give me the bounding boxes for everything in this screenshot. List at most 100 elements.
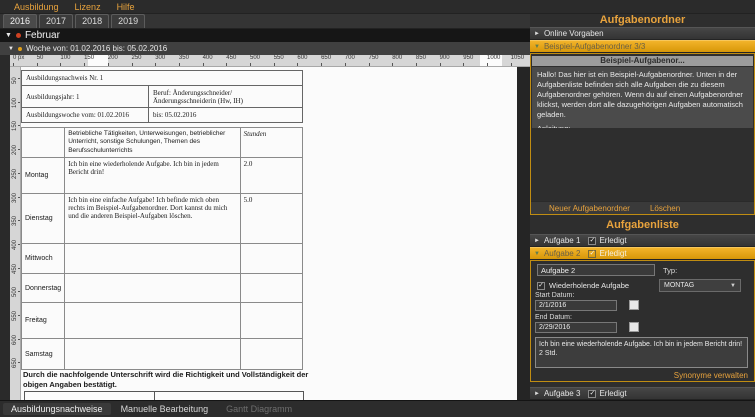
day-cell: Montag bbox=[22, 158, 65, 194]
menu-item-hilfe[interactable]: Hilfe bbox=[109, 2, 143, 12]
accordion-aufgabe-3[interactable]: ► Aufgabe 3 ✓ Erledigt bbox=[530, 387, 755, 400]
ruler-tick: 200 bbox=[10, 146, 21, 153]
activities-cell[interactable]: Ich bin eine einfache Aufgabe! Ich befin… bbox=[65, 194, 240, 244]
ruler-tick-mark bbox=[416, 63, 417, 66]
activities-cell[interactable] bbox=[65, 303, 240, 339]
ruler-tick-mark bbox=[108, 63, 109, 66]
status-tab-ausbildungsnachweise[interactable]: Ausbildungsnachweise bbox=[3, 403, 111, 415]
hours-cell[interactable]: 2.0 bbox=[240, 158, 302, 194]
start-date-input[interactable] bbox=[535, 300, 617, 311]
report-sheet[interactable]: Ausbildungsnachweis Nr. 1 Ausbildungsjah… bbox=[21, 67, 517, 400]
task-list-title: Aufgabenliste bbox=[530, 219, 755, 231]
expand-arrow-icon: ► bbox=[534, 391, 540, 397]
status-tab-manuelle-bearbeitung[interactable]: Manuelle Bearbeitung bbox=[113, 403, 217, 415]
report-beruf-cell[interactable]: Beruf: Änderungsschneider/ Änderungsschn… bbox=[149, 86, 303, 108]
task1-done-checkbox[interactable]: ✓ bbox=[588, 237, 596, 245]
year-tab-2017[interactable]: 2017 bbox=[39, 14, 73, 28]
week-row-freitag: Freitag bbox=[22, 303, 303, 339]
start-date-picker-button[interactable] bbox=[629, 300, 639, 310]
task3-done-checkbox[interactable]: ✓ bbox=[588, 390, 596, 398]
ruler-tick: 500 bbox=[10, 288, 21, 295]
hours-cell[interactable] bbox=[240, 303, 302, 339]
ruler-tick: 50 bbox=[10, 75, 21, 82]
accordion-beispiel-aufgabenordner[interactable]: ▼ Beispiel-Aufgabenordner 3/3 bbox=[530, 40, 755, 53]
activities-cell[interactable]: Ich bin eine wiederholende Aufgabe. Ich … bbox=[65, 158, 240, 194]
statusbar: AusbildungsnachweiseManuelle Bearbeitung… bbox=[0, 400, 755, 417]
status-tab-gantt-diagramm[interactable]: Gantt Diagramm bbox=[218, 403, 300, 415]
activities-cell[interactable] bbox=[65, 339, 240, 370]
day-cell: Mittwoch bbox=[22, 244, 65, 274]
typ-dropdown[interactable]: MONTAG ▼ bbox=[659, 279, 741, 292]
ruler-tick-mark bbox=[321, 63, 322, 66]
splitter[interactable] bbox=[517, 67, 530, 400]
signature-table bbox=[24, 391, 304, 400]
ruler-tick-mark bbox=[511, 63, 512, 66]
month-collapse-bar[interactable]: ▼ Februar bbox=[0, 29, 530, 42]
week-activities-table: Betriebliche Tätigkeiten, Unterweisungen… bbox=[21, 127, 303, 370]
left-column: 2016201720182019 ▼ Februar ▼ Woche von: … bbox=[0, 14, 530, 400]
ruler-tick-mark bbox=[226, 63, 227, 66]
ruler-tick: 650 bbox=[10, 359, 21, 366]
hours-cell[interactable] bbox=[240, 339, 302, 370]
week-row-mittwoch: Mittwoch bbox=[22, 244, 303, 274]
ruler-tick: 1050 bbox=[511, 55, 530, 66]
hours-cell[interactable] bbox=[240, 244, 302, 274]
task2-label: Aufgabe 2 bbox=[544, 249, 580, 258]
activities-header-cell: Betriebliche Tätigkeiten, Unterweisungen… bbox=[65, 128, 240, 158]
accordion-aufgabe-1[interactable]: ► Aufgabe 1 ✓ Erledigt bbox=[530, 234, 755, 247]
folder-panel-title: Aufgabenordner bbox=[530, 14, 755, 26]
report-week-to-cell[interactable]: bis: 05.02.2016 bbox=[149, 108, 303, 123]
ruler-tick-mark bbox=[297, 63, 298, 66]
ruler-tick-label: 1050 bbox=[511, 55, 530, 62]
ruler-tick-mark bbox=[487, 63, 488, 66]
ruler-tick: 100 bbox=[10, 99, 21, 106]
delete-folder-button[interactable]: Löschen bbox=[640, 204, 690, 213]
menu-item-lizenz[interactable]: Lizenz bbox=[67, 2, 109, 12]
ruler-tick: 250 bbox=[10, 170, 21, 177]
ruler-tick: 400 bbox=[10, 241, 21, 248]
task1-done-label: Erledigt bbox=[599, 236, 626, 245]
ruler-tick-mark bbox=[250, 63, 251, 66]
typ-label: Typ: bbox=[663, 266, 677, 275]
task-description-textarea[interactable]: Ich bin eine wiederholende Aufgabe. Ich … bbox=[535, 337, 748, 368]
report-title-cell[interactable]: Ausbildungsnachweis Nr. 1 bbox=[22, 71, 303, 86]
beruf-line1: Beruf: Änderungsschneider/ bbox=[153, 89, 232, 97]
vertical-ruler: 50100150200250300350400450500550600650 bbox=[10, 67, 21, 400]
folder-buttons-row: Neuer Aufgabenordner Löschen bbox=[531, 201, 754, 214]
task2-done-checkbox[interactable]: ✓ bbox=[588, 250, 596, 258]
end-date-input[interactable] bbox=[535, 322, 617, 333]
year-tab-2018[interactable]: 2018 bbox=[75, 14, 109, 28]
ruler-tick-mark bbox=[345, 63, 346, 66]
manage-synonyms-button[interactable]: Synonyme verwalten bbox=[674, 371, 748, 380]
ruler-tick-mark bbox=[60, 63, 61, 66]
activities-cell[interactable] bbox=[65, 274, 240, 303]
end-date-picker-button[interactable] bbox=[629, 322, 639, 332]
folder-pane-title: Beispiel-Aufgabenor... bbox=[532, 56, 753, 66]
year-tab-2016[interactable]: 2016 bbox=[3, 14, 37, 28]
folder-description[interactable]: Hallo! Das hier ist ein Beispiel-Aufgabe… bbox=[532, 67, 753, 128]
activities-cell[interactable] bbox=[65, 244, 240, 274]
menu-item-ausbildung[interactable]: Ausbildung bbox=[6, 2, 67, 12]
day-cell: Dienstag bbox=[22, 194, 65, 244]
week-collapse-bar[interactable]: ▼ Woche von: 01.02.2016 bis: 05.02.2016 bbox=[0, 42, 530, 55]
year-tabbar: 2016201720182019 bbox=[0, 14, 530, 29]
accordion-aufgabe-2[interactable]: ▼ Aufgabe 2 ✓ Erledigt bbox=[530, 247, 755, 260]
report-week-from-cell[interactable]: Ausbildungswoche vom: 01.02.2016 bbox=[22, 108, 149, 123]
left-margin-strip bbox=[0, 55, 10, 400]
recurring-label: Wiederholende Aufgabe bbox=[549, 281, 629, 290]
menubar: AusbildungLizenzHilfe bbox=[0, 0, 755, 14]
ruler-tick: 450 bbox=[10, 265, 21, 272]
empty-header-cell bbox=[22, 128, 65, 158]
year-tab-2019[interactable]: 2019 bbox=[111, 14, 145, 28]
recurring-row: ✓ Wiederholende Aufgabe bbox=[537, 281, 629, 290]
week-row-donnerstag: Donnerstag bbox=[22, 274, 303, 303]
task-name-input[interactable] bbox=[537, 264, 655, 276]
ruler-tick-mark bbox=[274, 63, 275, 66]
recurring-checkbox[interactable]: ✓ bbox=[537, 282, 545, 290]
hours-cell[interactable] bbox=[240, 274, 302, 303]
new-folder-button[interactable]: Neuer Aufgabenordner bbox=[539, 204, 640, 213]
accordion-online-vorgaben[interactable]: ► Online Vorgaben bbox=[530, 27, 755, 40]
task3-done-label: Erledigt bbox=[599, 389, 626, 398]
hours-cell[interactable]: 5.0 bbox=[240, 194, 302, 244]
report-year-cell[interactable]: Ausbildungsjahr: 1 bbox=[22, 86, 149, 108]
